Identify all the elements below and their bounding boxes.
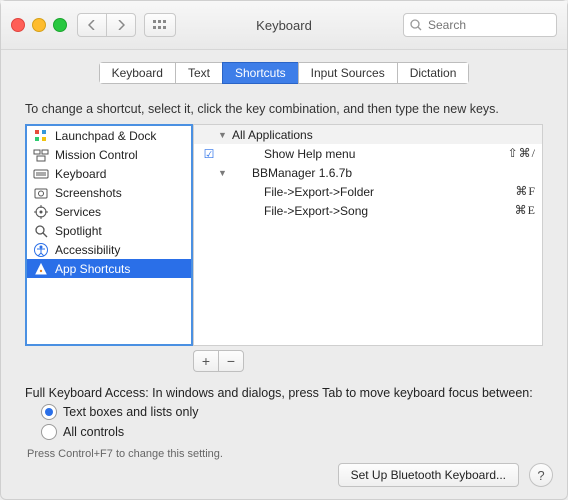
- app-shortcuts-icon: [33, 261, 49, 277]
- radio-option[interactable]: Text boxes and lists only: [41, 404, 543, 420]
- key-combo[interactable]: ⌘F: [488, 184, 536, 199]
- panes: Launchpad & Dock Mission Control Keyboard S…: [25, 124, 543, 346]
- preferences-window: Keyboard KeyboardTextShortcutsInput Sour…: [0, 0, 568, 500]
- category-spotlight[interactable]: Spotlight: [27, 221, 191, 240]
- titlebar: Keyboard: [1, 1, 567, 50]
- category-screenshots[interactable]: Screenshots: [27, 183, 191, 202]
- radio-button[interactable]: [41, 424, 57, 440]
- tab-dictation[interactable]: Dictation: [397, 62, 470, 84]
- keyboard-access-hint: Press Control+F7 to change this setting.: [27, 448, 543, 460]
- category-keyboard[interactable]: Keyboard: [27, 164, 191, 183]
- shortcut-row[interactable]: File->Export->Song⌘E: [194, 201, 542, 220]
- tab-input-sources[interactable]: Input Sources: [298, 62, 397, 84]
- search-icon: [410, 19, 422, 31]
- back-button[interactable]: [77, 13, 106, 37]
- tab-bar: KeyboardTextShortcutsInput SourcesDictat…: [1, 62, 567, 84]
- content-area: To change a shortcut, select it, click t…: [1, 84, 567, 460]
- category-label: Screenshots: [55, 186, 122, 200]
- category-label: Services: [55, 205, 101, 219]
- launchpad-icon: [33, 128, 49, 144]
- key-combo[interactable]: ⌘E: [488, 203, 536, 218]
- category-launchpad-dock[interactable]: Launchpad & Dock: [27, 126, 191, 145]
- category-list[interactable]: Launchpad & Dock Mission Control Keyboard S…: [25, 124, 193, 346]
- category-label: Spotlight: [55, 224, 102, 238]
- category-label: Mission Control: [55, 148, 138, 162]
- category-accessibility[interactable]: Accessibility: [27, 240, 191, 259]
- shortcut-label: BBManager 1.6.7b: [230, 166, 488, 180]
- shortcut-list[interactable]: ▼All Applications☑Show Help menu⇧⌘/▼BBMa…: [193, 124, 543, 346]
- tab-keyboard[interactable]: Keyboard: [99, 62, 175, 84]
- mission-control-icon: [33, 147, 49, 163]
- services-icon: [33, 204, 49, 220]
- window-controls: [11, 18, 67, 32]
- key-combo[interactable]: ⇧⌘/: [488, 146, 536, 161]
- radio-button[interactable]: [41, 404, 57, 420]
- footer: Set Up Bluetooth Keyboard... ?: [338, 463, 553, 487]
- radio-label: All controls: [63, 425, 124, 439]
- shortcut-group[interactable]: ▼BBManager 1.6.7b: [194, 163, 542, 182]
- category-services[interactable]: Services: [27, 202, 191, 221]
- forward-button[interactable]: [106, 13, 136, 37]
- minimize-window-button[interactable]: [32, 18, 46, 32]
- radio-option[interactable]: All controls: [41, 424, 543, 440]
- shortcut-row[interactable]: File->Export->Folder⌘F: [194, 182, 542, 201]
- remove-shortcut-button[interactable]: −: [218, 350, 244, 372]
- search-field[interactable]: [403, 13, 557, 37]
- show-all-button[interactable]: [144, 13, 176, 37]
- add-shortcut-button[interactable]: +: [193, 350, 218, 372]
- category-label: App Shortcuts: [55, 262, 130, 276]
- search-input[interactable]: [426, 17, 550, 33]
- shortcut-label: Show Help menu: [230, 147, 488, 161]
- category-label: Launchpad & Dock: [55, 129, 156, 143]
- close-window-button[interactable]: [11, 18, 25, 32]
- shortcut-label: File->Export->Folder: [230, 185, 488, 199]
- grid-icon: [153, 20, 167, 30]
- accessibility-icon: [33, 242, 49, 258]
- shortcut-row[interactable]: ☑ Show Help menu⇧⌘/: [194, 144, 542, 163]
- nav-buttons: [77, 13, 136, 37]
- shortcut-label: File->Export->Song: [230, 204, 488, 218]
- category-app-shortcuts[interactable]: App Shortcuts: [27, 259, 191, 278]
- keyboard-access-label: Full Keyboard Access: In windows and dia…: [25, 386, 543, 400]
- checkbox[interactable]: ☑: [200, 147, 218, 161]
- spotlight-icon: [33, 223, 49, 239]
- add-remove-row: + −: [25, 350, 543, 372]
- bluetooth-keyboard-button[interactable]: Set Up Bluetooth Keyboard...: [338, 463, 519, 487]
- tab-shortcuts[interactable]: Shortcuts: [222, 62, 298, 84]
- shortcut-group[interactable]: ▼All Applications: [194, 125, 542, 144]
- chevron-left-icon: [88, 20, 96, 30]
- category-mission-control[interactable]: Mission Control: [27, 145, 191, 164]
- category-label: Accessibility: [55, 243, 120, 257]
- help-button[interactable]: ?: [529, 463, 553, 487]
- chevron-right-icon: [117, 20, 125, 30]
- tab-text[interactable]: Text: [175, 62, 222, 84]
- category-label: Keyboard: [55, 167, 106, 181]
- zoom-window-button[interactable]: [53, 18, 67, 32]
- instruction-text: To change a shortcut, select it, click t…: [25, 102, 543, 116]
- disclosure-triangle-icon[interactable]: ▼: [218, 130, 230, 140]
- shortcut-label: All Applications: [230, 128, 488, 142]
- disclosure-triangle-icon[interactable]: ▼: [218, 168, 230, 178]
- keyboard-icon: [33, 166, 49, 182]
- radio-label: Text boxes and lists only: [63, 405, 199, 419]
- screenshots-icon: [33, 185, 49, 201]
